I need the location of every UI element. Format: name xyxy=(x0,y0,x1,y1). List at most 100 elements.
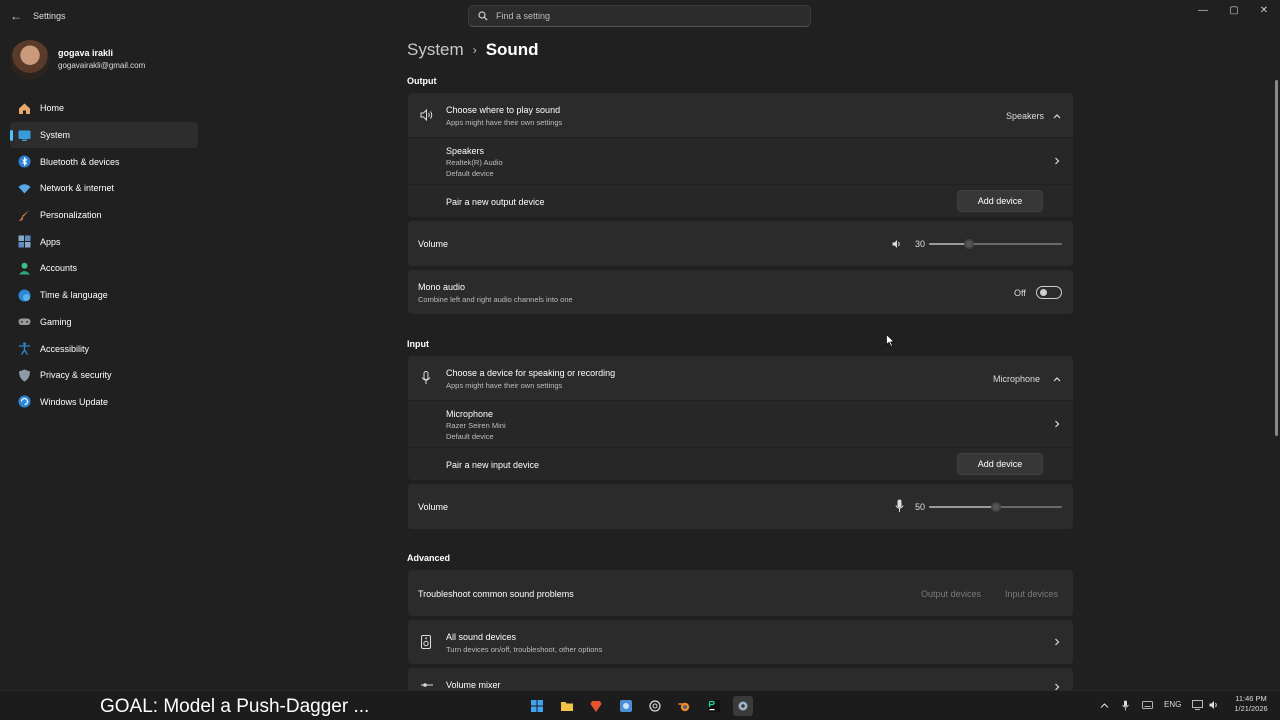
input-selected-device: Microphone xyxy=(993,374,1041,384)
close-button[interactable]: ✕ xyxy=(1249,4,1279,18)
output-section-title: Output xyxy=(407,76,437,86)
mono-audio-toggle[interactable] xyxy=(1036,286,1062,299)
output-volume-row: Volume 30 xyxy=(408,221,1073,266)
all-sound-devices-desc: Turn devices on/off, troubleshoot, other… xyxy=(446,645,603,654)
scrollbar[interactable] xyxy=(1275,80,1278,436)
avatar xyxy=(10,40,50,80)
sidebar-item-windows-update[interactable]: Windows Update xyxy=(10,389,198,416)
speaker-icon[interactable] xyxy=(892,239,902,249)
toggle-knob xyxy=(1040,289,1047,296)
gear-icon xyxy=(738,701,748,711)
brave-lion-icon xyxy=(590,701,602,712)
output-volume-slider[interactable] xyxy=(929,239,1062,249)
chevron-up-icon[interactable] xyxy=(1100,702,1109,709)
output-device-row[interactable]: Speakers Realtek(R) Audio Default device xyxy=(408,138,1073,184)
sidebar-item-label: Bluetooth & devices xyxy=(40,156,120,167)
input-choose-desc: Apps might have their own settings xyxy=(446,381,563,390)
goal-caption: GOAL: Model a Push-Dagger ... xyxy=(100,696,370,717)
input-volume-value: 50 xyxy=(915,502,926,512)
network-icon[interactable] xyxy=(1192,700,1203,710)
clock-date: 1/21/2026 xyxy=(1234,704,1268,713)
input-device-driver: Razer Seiren Mini xyxy=(446,421,506,430)
output-volume-label: Volume xyxy=(418,239,449,249)
output-device-selector[interactable]: Choose where to play sound Apps might ha… xyxy=(408,93,1073,137)
volume-mixer-title: Volume mixer xyxy=(446,680,501,690)
clock-time: 11:46 PM xyxy=(1235,694,1267,703)
microphone-icon[interactable] xyxy=(1122,700,1129,711)
input-device-row[interactable]: Microphone Razer Seiren Mini Default dev… xyxy=(408,401,1073,447)
app-title: Settings xyxy=(33,11,66,21)
output-device-name: Speakers xyxy=(446,146,485,156)
taskbar-app-blue[interactable] xyxy=(616,696,636,716)
troubleshoot-input-link[interactable]: Input devices xyxy=(1005,589,1058,599)
windows-logo-icon xyxy=(531,700,543,712)
input-volume-slider[interactable] xyxy=(929,502,1062,512)
input-section-title: Input xyxy=(407,339,429,349)
sidebar-item-label: Personalization xyxy=(40,210,102,221)
sidebar-item-system[interactable]: System xyxy=(10,121,198,149)
output-volume-thumb[interactable] xyxy=(964,239,974,249)
volume-icon[interactable] xyxy=(1209,700,1219,710)
blender-icon xyxy=(678,702,690,712)
brush-icon xyxy=(19,209,30,221)
wifi-icon xyxy=(18,184,31,194)
output-choose-title: Choose where to play sound xyxy=(446,105,561,115)
search-placeholder: Find a setting xyxy=(496,11,551,21)
taskbar-chatgpt[interactable] xyxy=(645,696,665,716)
troubleshoot-output-link[interactable]: Output devices xyxy=(921,589,981,599)
sidebar-item-label: Accessibility xyxy=(40,343,90,354)
taskbar-brave[interactable] xyxy=(586,696,606,716)
input-device-status: Default device xyxy=(446,432,494,441)
start-button[interactable] xyxy=(527,696,547,716)
keyboard-icon[interactable] xyxy=(1142,701,1153,709)
search-input[interactable]: Find a setting xyxy=(468,5,811,27)
sidebar-item-personalization[interactable]: Personalization xyxy=(10,202,198,229)
input-volume-thumb[interactable] xyxy=(991,502,1001,512)
sidebar-item-privacy[interactable]: Privacy & security xyxy=(10,362,198,389)
breadcrumb-parent[interactable]: System xyxy=(407,40,464,60)
all-sound-devices-row[interactable]: All sound devices Turn devices on/off, t… xyxy=(408,620,1073,664)
taskbar-pycharm[interactable] xyxy=(704,696,724,716)
taskbar-settings[interactable] xyxy=(733,696,753,716)
sidebar-item-time-language[interactable]: Time & language xyxy=(10,282,198,309)
output-volume-value: 30 xyxy=(915,239,926,249)
all-sound-devices-title: All sound devices xyxy=(446,632,517,642)
breadcrumb: System › Sound xyxy=(407,40,539,60)
system-clock[interactable]: 11:46 PM 1/21/2026 xyxy=(1229,694,1273,714)
mono-audio-row: Mono audio Combine left and right audio … xyxy=(408,270,1073,314)
minimize-button[interactable]: — xyxy=(1188,4,1218,18)
back-button[interactable]: ← xyxy=(8,8,24,24)
microphone-icon[interactable] xyxy=(895,499,904,513)
add-input-device-button[interactable]: Add device xyxy=(957,453,1043,475)
title-bar: ← Settings Find a setting — ▢ ✕ xyxy=(0,0,1280,32)
sidebar-item-gaming[interactable]: Gaming xyxy=(10,309,198,336)
chevron-up-icon[interactable] xyxy=(1052,374,1062,384)
input-volume-label: Volume xyxy=(418,502,449,512)
chevron-up-icon[interactable] xyxy=(1052,111,1062,121)
apps-icon xyxy=(18,235,31,248)
sidebar-item-accessibility[interactable]: Accessibility xyxy=(10,335,198,362)
input-device-selector[interactable]: Choose a device for speaking or recordin… xyxy=(408,356,1073,400)
system-icon xyxy=(18,130,31,141)
maximize-button[interactable]: ▢ xyxy=(1219,4,1249,18)
taskbar-file-explorer[interactable] xyxy=(557,696,577,716)
app-icon xyxy=(620,700,632,712)
sidebar-item-bluetooth[interactable]: Bluetooth & devices xyxy=(10,148,198,175)
sidebar-item-label: Network & internet xyxy=(40,183,115,194)
volume-mixer-row[interactable]: Volume mixer xyxy=(408,668,1073,690)
pair-input-row: Pair a new input device Add device xyxy=(408,448,1073,480)
output-device-status: Default device xyxy=(446,169,494,178)
input-device-name: Microphone xyxy=(446,409,494,419)
sidebar-item-network[interactable]: Network & internet xyxy=(10,175,198,202)
taskbar-blender[interactable] xyxy=(674,696,694,716)
sidebar-item-apps[interactable]: Apps xyxy=(10,228,198,255)
openai-icon xyxy=(649,700,661,712)
user-name: gogava irakli xyxy=(58,48,114,58)
home-icon xyxy=(19,103,30,114)
input-language[interactable]: ENG xyxy=(1164,700,1181,709)
sidebar-item-home[interactable]: Home xyxy=(10,95,198,122)
add-output-device-button[interactable]: Add device xyxy=(957,190,1043,212)
sidebar-item-accounts[interactable]: Accounts xyxy=(10,255,198,282)
pair-output-row: Pair a new output device Add device xyxy=(408,185,1073,217)
sidebar-item-label: Time & language xyxy=(40,290,108,301)
